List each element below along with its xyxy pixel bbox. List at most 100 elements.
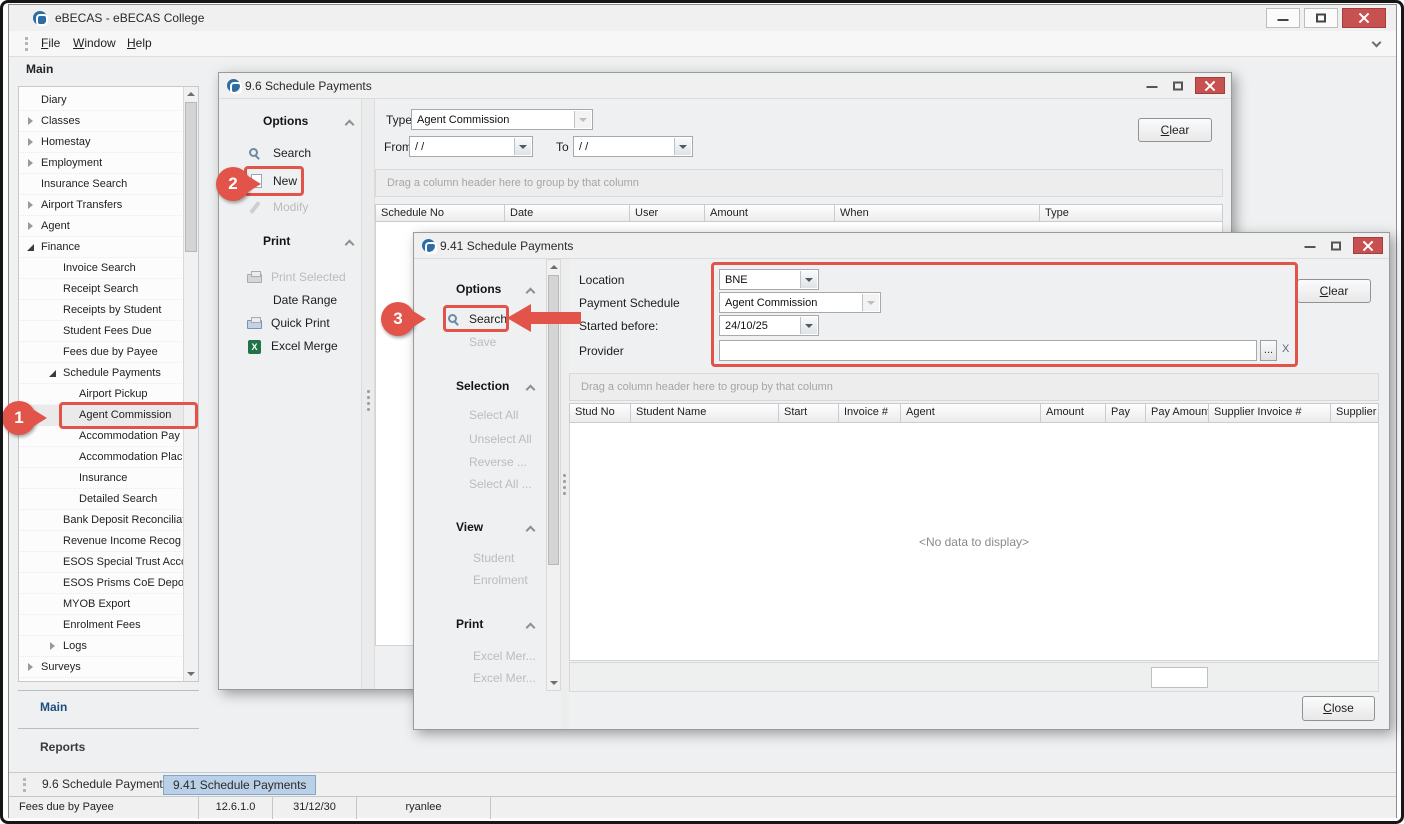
- collapse-icon[interactable]: [27, 243, 36, 252]
- maximize-button-96[interactable]: [1165, 77, 1191, 94]
- to-date-combobox[interactable]: / /: [573, 136, 693, 157]
- expand-icon[interactable]: [27, 663, 36, 672]
- clear-button-96[interactable]: Clear: [1138, 118, 1212, 142]
- column-header[interactable]: Date: [505, 204, 630, 222]
- expand-icon[interactable]: [27, 117, 36, 126]
- close-button-96[interactable]: [1195, 77, 1225, 94]
- menu-window[interactable]: Window: [69, 36, 120, 50]
- column-header[interactable]: Agent: [901, 403, 1041, 423]
- tree-item-classes[interactable]: Classes: [19, 111, 184, 132]
- tree-item-agent[interactable]: Agent: [19, 216, 184, 237]
- close-button-941[interactable]: [1353, 237, 1383, 254]
- tree-item-enrolment-fees[interactable]: Enrolment Fees: [19, 615, 184, 636]
- chevron-up-icon: [526, 385, 536, 395]
- tree-item-accommodation-plac[interactable]: Accommodation Plac: [19, 447, 184, 468]
- column-header[interactable]: Supplier Inv: [1331, 403, 1379, 423]
- column-header[interactable]: Start: [779, 403, 839, 423]
- minimize-button-941[interactable]: [1297, 237, 1323, 254]
- close-button[interactable]: [1342, 8, 1386, 28]
- menu-file[interactable]: File: [37, 36, 64, 50]
- minimize-button[interactable]: [1266, 8, 1300, 28]
- tree-item-airport-transfers[interactable]: Airport Transfers: [19, 195, 184, 216]
- tree-item-student-fees-due[interactable]: Student Fees Due: [19, 321, 184, 342]
- expand-icon[interactable]: [27, 201, 36, 210]
- tree-item-revenue-income[interactable]: Revenue Income Recog: [19, 531, 184, 552]
- type-combobox[interactable]: Agent Commission: [411, 109, 593, 130]
- menu-grip[interactable]: [25, 37, 28, 51]
- tree-item-esos-prisms-coe[interactable]: ESOS Prisms CoE Deposi: [19, 573, 184, 594]
- selection-section-header[interactable]: Selection: [442, 378, 534, 398]
- scroll-thumb[interactable]: [185, 102, 197, 252]
- options-section-header[interactable]: Options: [249, 113, 353, 133]
- column-header[interactable]: Pay Amount: [1146, 403, 1209, 423]
- collapse-icon[interactable]: [49, 369, 58, 378]
- search-icon: [249, 148, 258, 157]
- print-section-header[interactable]: Print: [442, 616, 534, 636]
- tree-item-homestay[interactable]: Homestay: [19, 132, 184, 153]
- scroll-up-icon[interactable]: [184, 87, 198, 101]
- column-header[interactable]: Amount: [1041, 403, 1106, 423]
- menu-help[interactable]: Help: [123, 36, 156, 50]
- expand-icon[interactable]: [27, 138, 36, 147]
- column-header[interactable]: Schedule No: [375, 204, 505, 222]
- expand-icon[interactable]: [27, 222, 36, 231]
- tree-item-diary[interactable]: Diary: [19, 90, 184, 111]
- tree-item-surveys[interactable]: Surveys: [19, 657, 184, 678]
- column-header[interactable]: When: [835, 204, 1040, 222]
- column-header[interactable]: Type: [1040, 204, 1223, 222]
- maximize-button-941[interactable]: [1323, 237, 1349, 254]
- close-window-button[interactable]: Close: [1302, 696, 1375, 721]
- tree-item-accommodation-pay[interactable]: Accommodation Pay: [19, 426, 184, 447]
- chevron-down-icon[interactable]: [1372, 38, 1382, 48]
- column-header[interactable]: Stud No: [569, 403, 631, 423]
- view-section-header[interactable]: View: [442, 519, 534, 539]
- minimize-button-96[interactable]: [1139, 77, 1165, 94]
- maximize-button[interactable]: [1304, 8, 1338, 28]
- scroll-down-icon[interactable]: [547, 676, 560, 690]
- scroll-up-icon[interactable]: [547, 260, 560, 274]
- tree-scrollbar[interactable]: [183, 87, 198, 681]
- options-section-header[interactable]: Options: [442, 281, 534, 301]
- tree-item-bank-deposit[interactable]: Bank Deposit Reconciliat: [19, 510, 184, 531]
- tab-96-schedule-payments[interactable]: 9.6 Schedule Payments: [33, 775, 178, 795]
- quick-print-action[interactable]: Quick Print: [247, 315, 357, 335]
- from-date-combobox[interactable]: / /: [409, 136, 533, 157]
- tree-item-insurance-search[interactable]: Insurance Search: [19, 174, 184, 195]
- dropdown-button[interactable]: [514, 138, 531, 155]
- tree-item-invoice-search[interactable]: Invoice Search: [19, 258, 184, 279]
- tree-item-receipt-search[interactable]: Receipt Search: [19, 279, 184, 300]
- date-range-action[interactable]: Date Range: [247, 292, 357, 312]
- clear-button-941[interactable]: Clear: [1297, 279, 1371, 303]
- scroll-down-icon[interactable]: [184, 667, 198, 681]
- tree-item-esos-special-trust[interactable]: ESOS Special Trust Acco: [19, 552, 184, 573]
- expand-icon[interactable]: [49, 642, 58, 651]
- tab-grip[interactable]: [23, 778, 26, 792]
- column-header[interactable]: User: [630, 204, 705, 222]
- search-action[interactable]: Search: [249, 145, 349, 165]
- tree-item-finance[interactable]: Finance: [19, 237, 184, 258]
- column-header[interactable]: Student Name: [631, 403, 779, 423]
- column-header[interactable]: Invoice #: [839, 403, 901, 423]
- print-section-header[interactable]: Print: [249, 233, 353, 253]
- tree-item-detailed-search[interactable]: Detailed Search: [19, 489, 184, 510]
- tree-item-employment[interactable]: Employment: [19, 153, 184, 174]
- tree-item-logs[interactable]: Logs: [19, 636, 184, 657]
- tree-item-myob-export[interactable]: MYOB Export: [19, 594, 184, 615]
- nav-button-main[interactable]: Main: [40, 700, 67, 714]
- tree-item-receipts-by-student[interactable]: Receipts by Student: [19, 300, 184, 321]
- tree-item-fees-due-by-payee[interactable]: Fees due by Payee: [19, 342, 184, 363]
- nav-button-reports[interactable]: Reports: [40, 740, 85, 754]
- column-header[interactable]: Pay: [1106, 403, 1146, 423]
- panel-splitter[interactable]: [361, 99, 375, 689]
- expand-icon[interactable]: [27, 159, 36, 168]
- no-data-message: <No data to display>: [570, 535, 1378, 549]
- titlebar-96[interactable]: 9.6 Schedule Payments: [219, 73, 1231, 99]
- column-header[interactable]: Supplier Invoice #: [1209, 403, 1331, 423]
- titlebar-941[interactable]: 9.41 Schedule Payments: [414, 233, 1389, 259]
- tree-item-schedule-payments[interactable]: Schedule Payments: [19, 363, 184, 384]
- excel-merge-action[interactable]: Excel Merge: [247, 338, 357, 358]
- column-header[interactable]: Amount: [705, 204, 835, 222]
- dropdown-button[interactable]: [674, 138, 691, 155]
- tab-941-schedule-payments[interactable]: 9.41 Schedule Payments: [163, 775, 316, 795]
- tree-item-insurance[interactable]: Insurance: [19, 468, 184, 489]
